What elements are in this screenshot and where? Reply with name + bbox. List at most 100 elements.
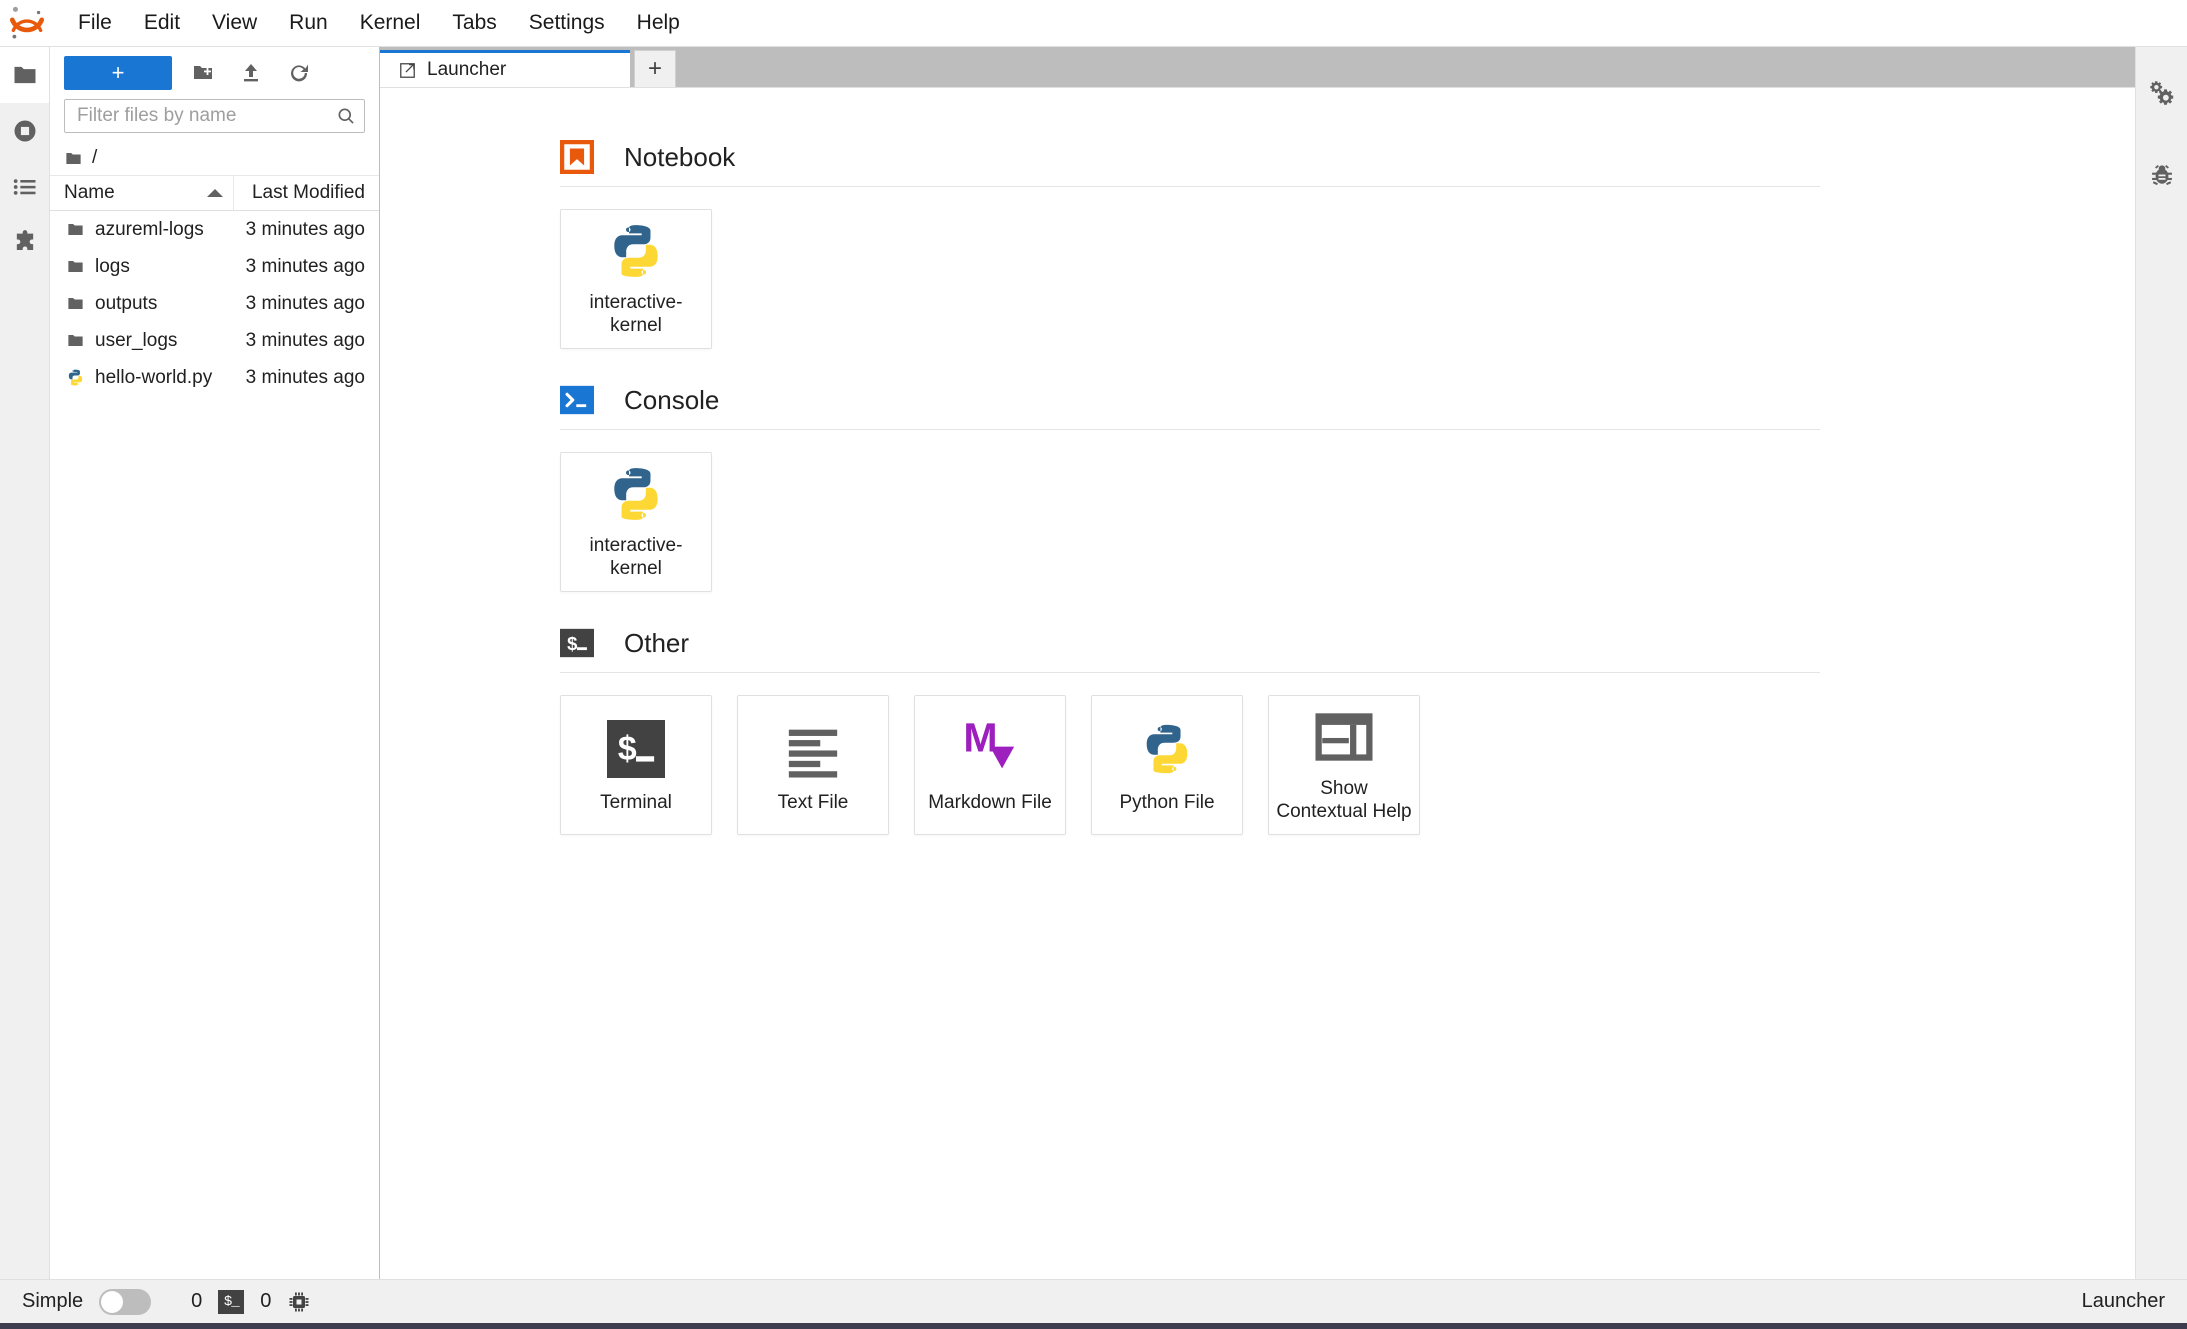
add-tab-button[interactable]: +: [634, 50, 676, 87]
file-list-header: Name Last Modified: [50, 175, 379, 211]
file-name-label: outputs: [95, 292, 158, 314]
menu-item-settings[interactable]: Settings: [513, 6, 621, 39]
file-name-cell: outputs: [50, 293, 234, 315]
python-icon: [68, 369, 83, 386]
markdown-m-icon: M: [961, 715, 1019, 783]
menu-item-kernel[interactable]: Kernel: [344, 6, 437, 39]
menu-item-edit[interactable]: Edit: [128, 6, 196, 39]
sidebar-item-command-palette[interactable]: [0, 159, 49, 215]
sidebar-item-running[interactable]: [0, 103, 49, 159]
menu-item-view[interactable]: View: [196, 6, 273, 39]
text-lines-icon: [784, 715, 842, 783]
table-row[interactable]: hello-world.py 3 minutes ago: [50, 359, 379, 396]
new-launcher-button[interactable]: +: [64, 56, 172, 90]
file-name-cell: hello-world.py: [50, 367, 234, 389]
simple-mode-toggle[interactable]: [99, 1288, 152, 1315]
chip-icon[interactable]: [287, 1290, 311, 1314]
file-browser-toolbar: +: [50, 47, 379, 99]
section-title: Console: [624, 384, 720, 415]
file-filter[interactable]: [64, 99, 365, 133]
status-left: Simple 0 $_ 0: [22, 1288, 311, 1315]
section-divider: [560, 186, 1820, 187]
launcher-card-python-file[interactable]: Python File: [1091, 695, 1243, 835]
upload-button[interactable]: [234, 56, 268, 90]
menu-item-tabs[interactable]: Tabs: [436, 6, 512, 39]
file-browser-panel: + Filter files by name / Name Last Modif…: [50, 47, 380, 1279]
column-header-name[interactable]: Name: [50, 176, 234, 210]
launcher-section-notebook: Notebook interactive-kernel: [560, 140, 2135, 349]
svg-text:$: $: [567, 633, 577, 654]
launcher-card-text-file[interactable]: Text File: [737, 695, 889, 835]
section-title: Notebook: [624, 141, 736, 172]
column-header-name-label: Name: [64, 182, 115, 203]
menu-bar: File Edit View Run Kernel Tabs Settings …: [0, 0, 2187, 47]
column-header-last-modified[interactable]: Last Modified: [234, 182, 379, 204]
card-row: $ Terminal Text File M Markdown File Pyt…: [560, 695, 2135, 835]
folder-icon: [68, 260, 83, 273]
launcher-section-other: $ Other $ Terminal Text File M Markdown …: [560, 626, 2135, 835]
file-filter-wrap: [50, 99, 379, 141]
file-modified-cell: 3 minutes ago: [245, 255, 365, 277]
simple-mode-label: Simple: [22, 1290, 84, 1312]
kernel-count[interactable]: 0: [191, 1290, 202, 1313]
table-row[interactable]: user_logs 3 minutes ago: [50, 322, 379, 359]
list-icon: [13, 179, 35, 195]
sort-ascending-icon: [207, 189, 223, 197]
file-name-cell: user_logs: [50, 330, 234, 352]
section-title: Other: [624, 627, 690, 658]
table-row[interactable]: outputs 3 minutes ago: [50, 285, 379, 322]
section-divider: [560, 672, 1820, 673]
file-list: azureml-logs 3 minutes ago logs 3 minute…: [50, 211, 379, 1279]
file-name-label: logs: [95, 255, 130, 277]
card-label: interactive-kernel: [589, 534, 683, 580]
launcher-card-show-contextual-help[interactable]: Show Contextual Help: [1268, 695, 1420, 835]
section-header: Console: [560, 383, 2135, 417]
file-name-cell: logs: [50, 256, 234, 278]
right-activity-bar: [2135, 47, 2187, 1279]
tab-label: Launcher: [427, 59, 507, 80]
menu-item-file[interactable]: File: [62, 6, 128, 39]
refresh-icon: [291, 64, 308, 82]
contextual-help-panel-icon: [1315, 706, 1373, 769]
table-row[interactable]: logs 3 minutes ago: [50, 248, 379, 285]
file-name-cell: azureml-logs: [50, 219, 234, 241]
table-row[interactable]: azureml-logs 3 minutes ago: [50, 211, 379, 248]
sidebar-item-debugger[interactable]: [2136, 151, 2187, 199]
sidebar-item-property-inspector[interactable]: [2136, 69, 2187, 117]
new-folder-icon: [194, 66, 212, 79]
file-modified-cell: 3 minutes ago: [245, 292, 365, 314]
launcher-icon: [400, 62, 415, 78]
folder-icon: [68, 223, 83, 236]
card-row: interactive-kernel: [560, 452, 2135, 592]
jupyter-logo-icon: [6, 2, 48, 44]
folder-icon: [68, 297, 83, 310]
launcher-card-console-interactive-kernel[interactable]: interactive-kernel: [560, 452, 712, 592]
svg-text:$: $: [618, 730, 637, 768]
tab-launcher[interactable]: Launcher: [380, 50, 630, 87]
launcher-card-terminal[interactable]: $ Terminal: [560, 695, 712, 835]
launcher-card-markdown-file[interactable]: M Markdown File: [914, 695, 1066, 835]
menu-item-help[interactable]: Help: [621, 6, 696, 39]
file-modified-cell: 3 minutes ago: [245, 218, 365, 240]
running-circle-square-icon: [14, 120, 35, 142]
breadcrumb[interactable]: /: [50, 141, 379, 175]
breadcrumb-root[interactable]: /: [92, 147, 97, 169]
sidebar-item-file-browser[interactable]: [0, 47, 49, 103]
folder-icon: [14, 66, 35, 84]
terminal-count[interactable]: 0: [260, 1290, 271, 1313]
launcher-card-notebook-interactive-kernel[interactable]: interactive-kernel: [560, 209, 712, 349]
console-prompt-icon: [560, 383, 594, 417]
new-folder-button[interactable]: [186, 56, 220, 90]
menu-item-run[interactable]: Run: [273, 6, 344, 39]
folder-icon: [66, 152, 81, 164]
menu-items: File Edit View Run Kernel Tabs Settings …: [62, 6, 696, 39]
refresh-button[interactable]: [282, 56, 316, 90]
terminal-dollar-icon: $: [607, 715, 665, 783]
search-input[interactable]: [77, 105, 336, 127]
section-header: $ Other: [560, 626, 2135, 660]
file-name-label: hello-world.py: [95, 366, 213, 388]
sidebar-item-extensions[interactable]: [0, 215, 49, 271]
left-activity-bar: [0, 47, 50, 1279]
terminal-dollar-icon[interactable]: $_: [218, 1289, 245, 1314]
file-name-label: user_logs: [95, 329, 178, 351]
